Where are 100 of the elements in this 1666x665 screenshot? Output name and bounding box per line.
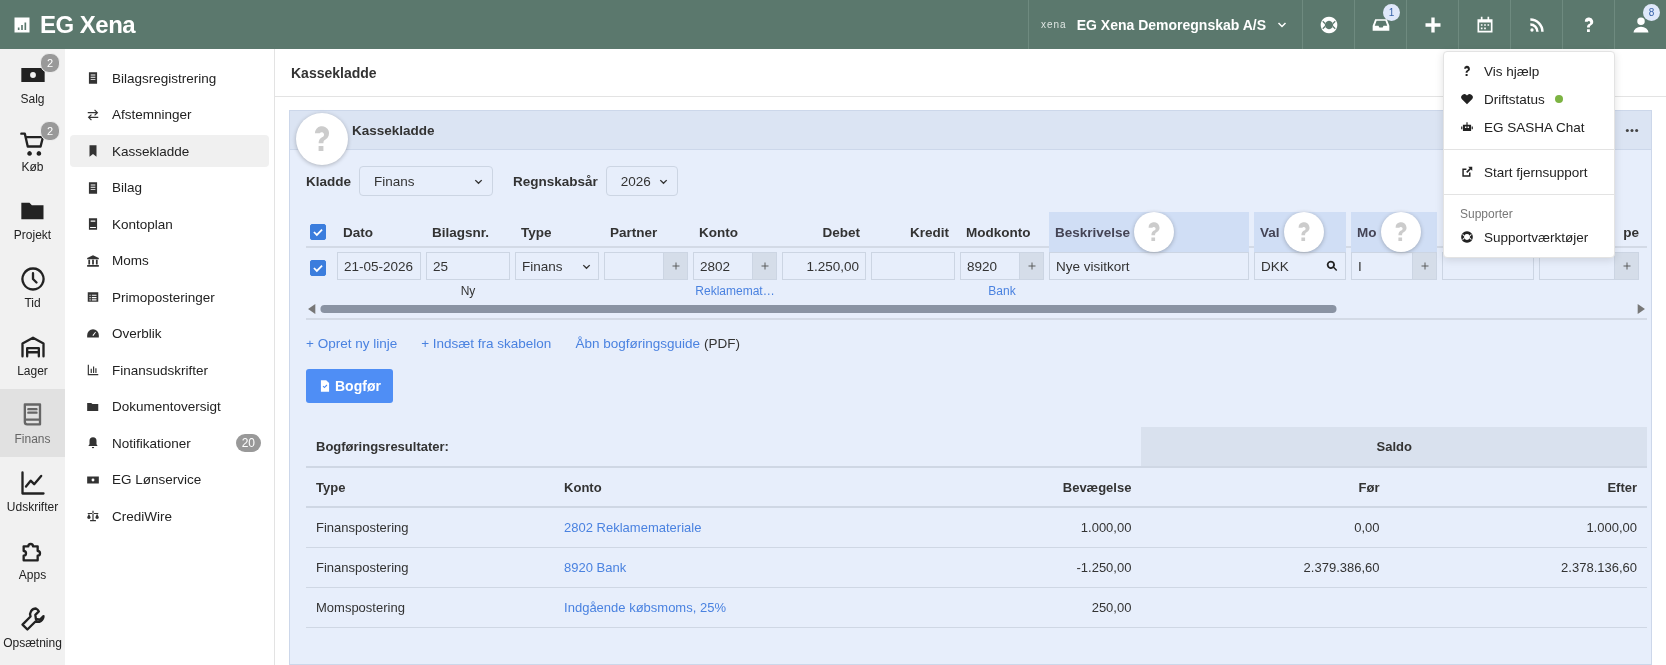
nav-rail-item[interactable]: Finans xyxy=(0,389,65,457)
add-button[interactable] xyxy=(1020,252,1044,280)
app-logo[interactable]: EG Xena xyxy=(40,10,136,39)
nav-rail-item[interactable]: Projekt xyxy=(0,185,65,253)
menu-item[interactable]: Finansudskrifter xyxy=(70,354,269,386)
input-field[interactable]: 21-05-2026 xyxy=(337,252,421,280)
horizontal-scrollbar[interactable] xyxy=(306,302,1647,320)
menu-item[interactable]: Start fjernsupport xyxy=(1444,158,1614,186)
nav-rail-item[interactable]: Opsætning xyxy=(0,593,65,661)
add-button[interactable] xyxy=(1615,252,1639,280)
help-hint-icon[interactable] xyxy=(296,113,348,165)
checkbox[interactable] xyxy=(310,224,326,240)
input-field[interactable]: Nye visitkort xyxy=(1049,252,1249,280)
menu-item[interactable]: Afstemninger xyxy=(70,98,269,131)
page-title: Kassekladde xyxy=(291,64,377,81)
menu-item[interactable]: Bilag xyxy=(70,171,269,204)
amount-field[interactable] xyxy=(871,252,955,280)
menu-item[interactable]: Kassekladde xyxy=(70,135,269,167)
nav-rail-item[interactable]: Apps xyxy=(0,525,65,593)
column-header: Type xyxy=(316,479,346,495)
column-header: Type xyxy=(521,224,552,240)
table-cell: 1.000,00 xyxy=(1586,520,1637,535)
more-icon[interactable] xyxy=(1625,127,1639,133)
wrench-icon xyxy=(18,604,47,633)
card-title: Kassekladde xyxy=(352,122,435,138)
column-header: Mo xyxy=(1357,224,1377,240)
add-button[interactable] xyxy=(664,252,688,280)
nav-rail-item[interactable]: Køb 2 xyxy=(0,117,65,185)
list-icon xyxy=(86,290,100,304)
field-label: Regnskabsår xyxy=(513,173,598,189)
menu-item[interactable]: EG SASHA Chat xyxy=(1444,113,1614,141)
menu-item[interactable]: Kontoplan xyxy=(70,208,269,240)
menu-item[interactable]: CrediWire xyxy=(70,500,269,532)
clock-icon xyxy=(18,264,47,293)
menu-item[interactable]: Vis hjælp xyxy=(1444,57,1614,85)
company-selector[interactable]: xena EG Xena Demoregnskab A/S xyxy=(1028,0,1302,49)
status-note: Ny xyxy=(459,284,477,298)
column-header: Før xyxy=(1358,479,1380,495)
menu-item[interactable]: Driftstatus xyxy=(1444,85,1614,113)
dropdown[interactable]: Finans xyxy=(359,166,493,196)
count-badge: 20 xyxy=(235,434,261,452)
checkbox[interactable] xyxy=(310,260,326,276)
nav-rail-item[interactable]: Udskrifter xyxy=(0,457,65,525)
column-header: Efter xyxy=(1607,479,1637,495)
table-cell: 250,00 xyxy=(1091,600,1132,615)
count-badge: 2 xyxy=(40,121,60,141)
lifebuoy-icon xyxy=(1460,230,1474,244)
input-field[interactable]: 8920 xyxy=(960,252,1020,280)
menu-item[interactable]: Overblik xyxy=(70,317,269,350)
bank-icon xyxy=(86,253,100,268)
nav-rail-item[interactable]: Tid xyxy=(0,253,65,321)
input-field[interactable]: I xyxy=(1351,252,1413,280)
column-header: Bilagsnr. xyxy=(432,224,490,240)
search-field[interactable]: DKK xyxy=(1254,252,1346,280)
column-header: Konto xyxy=(699,224,738,240)
table-cell: 0,00 xyxy=(1354,520,1380,535)
count-badge: 2 xyxy=(40,53,60,73)
menu-item[interactable]: EG Lønservice xyxy=(70,463,269,496)
user-button[interactable]: 8 xyxy=(1614,0,1666,49)
help-hint-icon[interactable] xyxy=(1283,212,1324,252)
menu-item[interactable]: Notifikationer 20 xyxy=(70,427,269,459)
scale-icon xyxy=(86,509,100,523)
inbox-button[interactable]: 1 xyxy=(1354,0,1406,49)
table-cell: Finanspostering xyxy=(316,520,409,535)
menu-item[interactable]: Primoposteringer xyxy=(70,281,269,313)
count-badge: 1 xyxy=(1383,4,1400,21)
file-type-label: (PDF) xyxy=(703,336,740,351)
nav-rail-item[interactable]: Salg 2 xyxy=(0,49,65,117)
dropdown[interactable]: 2026 xyxy=(605,166,678,196)
column-header: Beskrivelse xyxy=(1055,224,1131,240)
help-hint-icon[interactable] xyxy=(1380,212,1421,252)
search-icon xyxy=(1325,259,1339,273)
menu-item[interactable]: Bilagsregistrering xyxy=(70,62,269,94)
section-title: Bogføringsresultater: xyxy=(316,439,449,454)
nav-rail-item[interactable]: Lager xyxy=(0,321,65,389)
bar-chart-icon xyxy=(86,363,100,377)
external-link-icon xyxy=(1460,165,1474,179)
column-header: Modkonto xyxy=(966,224,1031,240)
company-logo: xena xyxy=(1041,19,1067,30)
add-button[interactable] xyxy=(753,252,777,280)
document-check-icon xyxy=(318,379,332,393)
robot-icon xyxy=(1460,120,1474,134)
input-field[interactable]: 2802 xyxy=(693,252,753,280)
menu-item[interactable]: Supportværktøjer xyxy=(1444,223,1614,251)
input-field[interactable] xyxy=(604,252,664,280)
table-cell: 2.378.136,60 xyxy=(1561,560,1637,575)
help-hint-icon[interactable] xyxy=(1134,212,1175,252)
table-cell: -1.250,00 xyxy=(1076,560,1132,575)
document-icon xyxy=(86,180,100,195)
dropdown[interactable]: Finans xyxy=(515,252,599,280)
field-label: Kladde xyxy=(306,173,351,189)
column-header: Val xyxy=(1260,224,1280,240)
menu-item[interactable]: Moms xyxy=(70,244,269,277)
amount-field[interactable]: 1.250,00 xyxy=(782,252,866,280)
document-icon xyxy=(86,71,100,85)
lifebuoy-icon xyxy=(1318,14,1339,35)
input-field[interactable]: 25 xyxy=(426,252,510,280)
menu-item[interactable]: Dokumentoversigt xyxy=(70,390,269,423)
add-button[interactable] xyxy=(1413,252,1437,280)
menu-section-label: Supporter xyxy=(1459,206,1514,223)
